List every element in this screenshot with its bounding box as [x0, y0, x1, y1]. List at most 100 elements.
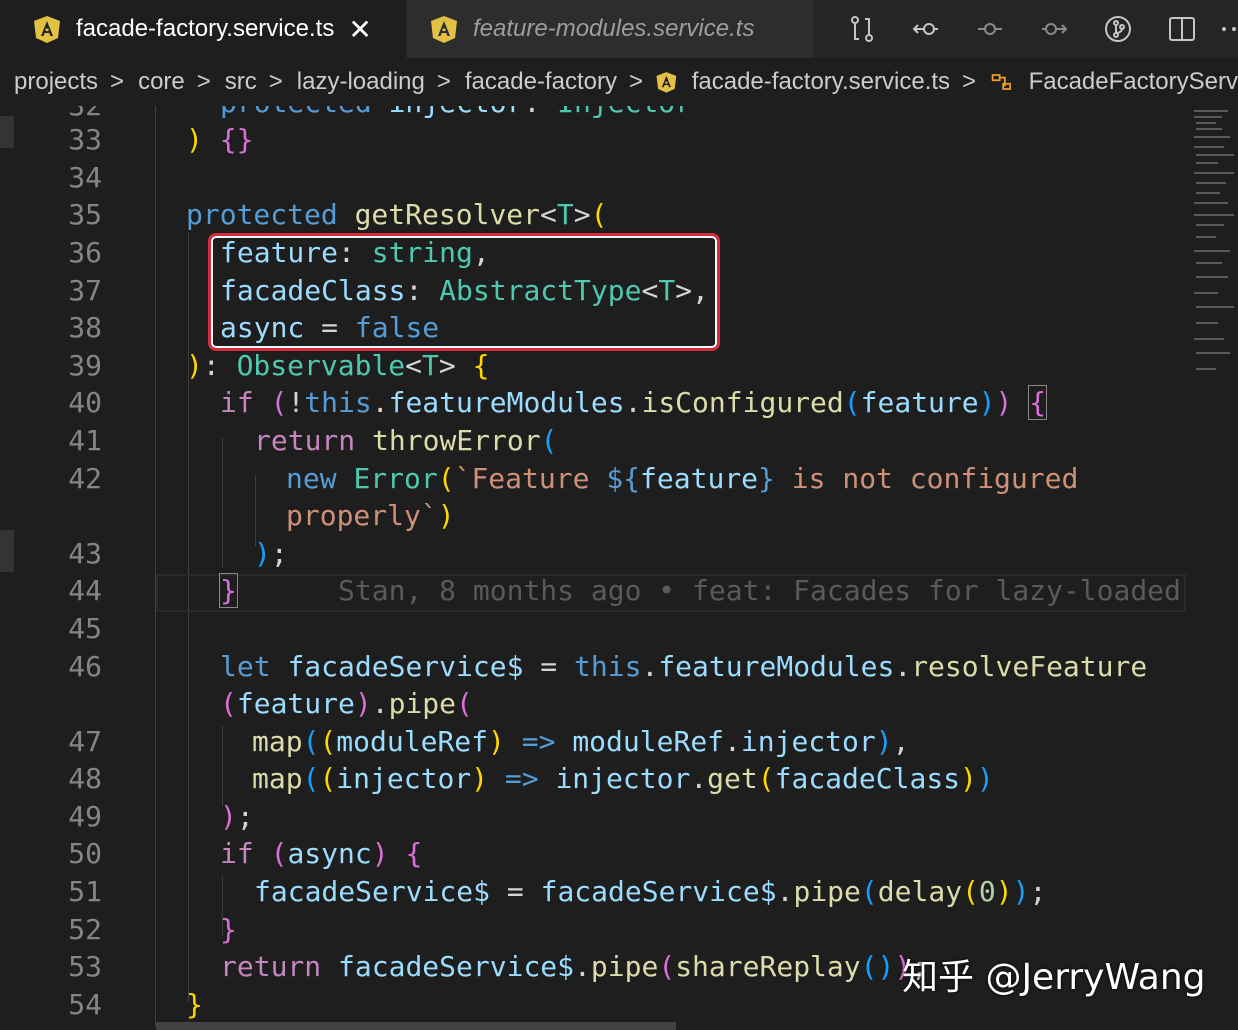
breadcrumb-separator: >	[436, 68, 451, 95]
tab-facade-factory-service[interactable]: facade-factory.service.ts ✕	[0, 0, 406, 58]
code-line-35: protected getResolver<T>(	[186, 198, 608, 231]
parameter-highlight-box	[208, 233, 720, 351]
code-line-39: ): Observable<T> {	[186, 349, 490, 382]
code-line-52: }	[220, 913, 237, 946]
code-line-50: if (async) {	[220, 837, 423, 870]
code-line-46: let facadeService$ = this.featureModules…	[220, 650, 1148, 683]
breadcrumb-item[interactable]: src	[225, 68, 257, 96]
tab-feature-modules-service[interactable]: feature-modules.service.ts	[407, 0, 813, 58]
watermark: 知乎 @JerryWang	[902, 957, 1206, 998]
code-line-47: map((moduleRef) => moduleRef.injector),	[252, 725, 910, 758]
minimap-line	[1196, 368, 1216, 370]
breadcrumb-separator: >	[962, 68, 977, 95]
angular-icon	[34, 16, 60, 43]
minimap-line	[1196, 122, 1216, 124]
line-number: 50	[68, 837, 102, 870]
minimap-line	[1194, 292, 1218, 294]
indent-guide	[155, 106, 156, 1026]
line-number: 38	[68, 311, 102, 344]
line-number: 39	[68, 349, 102, 382]
breadcrumb-item[interactable]: lazy-loading	[297, 68, 425, 96]
compare-changes-icon	[851, 16, 873, 42]
minimap[interactable]	[1188, 106, 1238, 1030]
line-number: 35	[68, 198, 102, 231]
code-line-43: );	[254, 537, 288, 570]
go-forward-icon	[1042, 23, 1068, 35]
line-number: 34	[68, 161, 102, 194]
horizontal-scrollbar[interactable]	[156, 1022, 676, 1030]
line-number: 54	[68, 988, 102, 1021]
minimap-line	[1196, 192, 1220, 194]
breadcrumb-item[interactable]: core	[138, 68, 185, 96]
minimap-line	[1194, 250, 1230, 252]
code-line-49: );	[220, 800, 254, 833]
go-back-icon	[912, 23, 938, 35]
code-line-40: if (!this.featureModules.isConfigured(fe…	[220, 385, 1048, 420]
go-forward-button[interactable]	[1022, 0, 1086, 58]
line-number: 44	[68, 574, 102, 607]
split-editor-button[interactable]	[1150, 0, 1214, 58]
minimap-line	[1196, 322, 1218, 324]
more-icon	[1222, 27, 1236, 31]
code-line-48: map((injector) => injector.get(facadeCla…	[252, 762, 994, 795]
breadcrumb-separator: >	[628, 68, 643, 95]
minimap-line	[1194, 136, 1230, 138]
minimap-line	[1196, 224, 1224, 226]
line-number: 41	[68, 424, 102, 457]
breadcrumb-item[interactable]: projects	[14, 68, 98, 96]
minimap-line	[1194, 110, 1228, 112]
minimap-line	[1194, 214, 1234, 216]
minimap-line	[1196, 182, 1226, 184]
minimap-line	[1196, 154, 1234, 156]
minimap-line	[1194, 172, 1234, 174]
minimap-line	[1194, 146, 1224, 148]
editor-actions	[830, 0, 1238, 58]
gutter-marker	[0, 116, 14, 148]
breadcrumb-item[interactable]: facade-factory.service.ts	[692, 68, 950, 96]
git-graph-icon	[1105, 16, 1131, 42]
line-number: 46	[68, 650, 102, 683]
commit-dot-icon	[978, 23, 1002, 35]
minimap-line	[1194, 338, 1224, 340]
go-back-button[interactable]	[894, 0, 958, 58]
minimap-line	[1196, 236, 1216, 238]
line-number: 51	[68, 875, 102, 908]
tab-bar: facade-factory.service.ts ✕ feature-modu…	[0, 0, 1238, 58]
line-number: 47	[68, 725, 102, 758]
line-number: 48	[68, 762, 102, 795]
angular-icon	[656, 72, 677, 93]
code-line-41: return throwError(	[254, 424, 558, 457]
code-line-32: protected injector: Injector	[220, 106, 692, 122]
class-symbol-icon	[991, 74, 1012, 90]
angular-icon	[431, 16, 457, 43]
minimap-line	[1196, 306, 1234, 308]
commit-dot-button[interactable]	[958, 0, 1022, 58]
code-line-33: ) {}	[186, 123, 254, 156]
breadcrumb-item[interactable]: facade-factory	[465, 68, 617, 96]
line-number: 37	[68, 274, 102, 307]
minimap-line	[1196, 162, 1218, 164]
minimap-line	[1194, 116, 1222, 118]
breadcrumb-separator: >	[196, 68, 211, 95]
more-actions-button[interactable]	[1214, 0, 1238, 58]
code-editor[interactable]: 32 33 34 35 36 37 38 39 40 41 42 43 44 4…	[0, 106, 1238, 1030]
indent-guide	[222, 726, 223, 806]
tab-label: feature-modules.service.ts	[473, 15, 755, 42]
line-number: 45	[68, 612, 102, 645]
line-number: 33	[68, 123, 102, 156]
gutter-marker	[0, 530, 14, 572]
code-line-42-wrap: properly`)	[286, 499, 455, 532]
code-line-44: } Stan, 8 months ago • feat: Facades for…	[219, 573, 1181, 608]
minimap-line	[1196, 352, 1230, 354]
code-line-53: return facadeService$.pipe(shareReplay()…	[220, 950, 929, 983]
breadcrumb-item[interactable]: FacadeFactoryServ	[1029, 68, 1238, 96]
line-number: 42	[68, 462, 102, 495]
compare-changes-button[interactable]	[830, 0, 894, 58]
close-icon[interactable]: ✕	[348, 13, 371, 46]
indent-guide	[222, 438, 223, 568]
split-editor-icon	[1169, 17, 1195, 41]
line-number: 40	[68, 386, 102, 419]
code-line-54: }	[186, 988, 203, 1021]
git-graph-button[interactable]	[1086, 0, 1150, 58]
tab-label: facade-factory.service.ts	[76, 15, 335, 42]
